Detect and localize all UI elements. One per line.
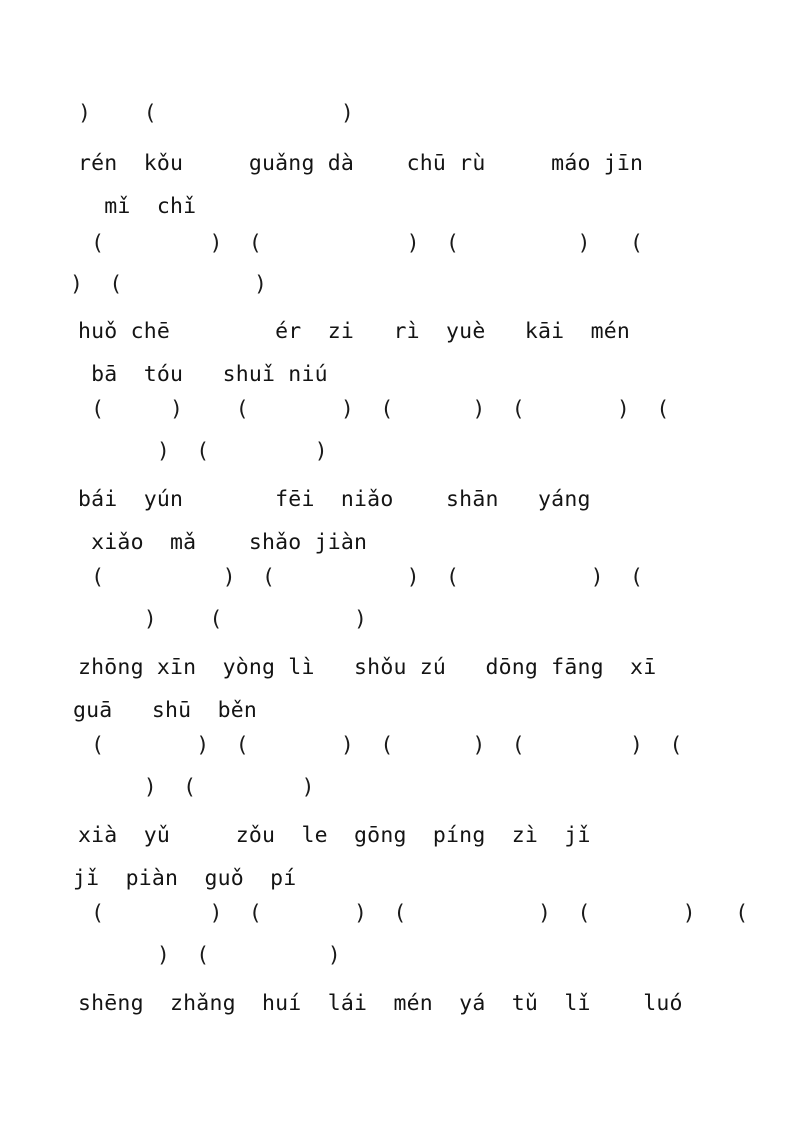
pinyin-line: xiǎo mǎ shǎo jiàn <box>78 530 368 555</box>
pinyin-line: bā tóu shuǐ niú <box>78 362 328 387</box>
pinyin-line: zhōng xīn yòng lì shǒu zú dōng fāng xī <box>78 655 657 680</box>
answer-parentheses-line: ( ) ( ) ( ) ( <box>78 565 644 590</box>
answer-parentheses-line: ) ( ) <box>78 607 368 632</box>
pinyin-line: rén kǒu guǎng dà chū rù máo jīn <box>78 151 644 176</box>
pinyin-line: shēng zhǎng huí lái mén yá tǔ lǐ luó <box>78 991 683 1016</box>
answer-parentheses-line: ) ( ) <box>78 943 341 968</box>
answer-parentheses-line: ( ) ( ) ( ) ( ) ( <box>78 901 749 926</box>
pinyin-line: jǐ piàn guǒ pí <box>73 866 297 891</box>
answer-parentheses-line: ) ( ) <box>78 775 315 800</box>
answer-parentheses-line: ( ) ( ) ( ) ( <box>78 231 644 256</box>
answer-parentheses-line: ) ( ) <box>70 272 268 297</box>
answer-parentheses-line: ) ( ) <box>78 439 328 464</box>
answer-parentheses-line: ( ) ( ) ( ) ( ) ( <box>78 733 683 758</box>
pinyin-line: bái yún fēi niǎo shān yáng <box>78 487 591 512</box>
pinyin-line: huǒ chē ér zi rì yuè kāi mén <box>78 319 631 344</box>
answer-parentheses-line: ( ) ( ) ( ) ( ) ( <box>78 397 670 422</box>
pinyin-line: xià yǔ zǒu le gōng píng zì jǐ <box>78 823 591 848</box>
answer-parentheses-line: ) ( ) <box>78 101 355 126</box>
worksheet-page: ) ( ) rén kǒu guǎng dà chū rù máo jīn mǐ … <box>0 0 800 1132</box>
pinyin-line: guā shū běn <box>73 698 258 723</box>
pinyin-line: mǐ chǐ <box>78 194 197 219</box>
